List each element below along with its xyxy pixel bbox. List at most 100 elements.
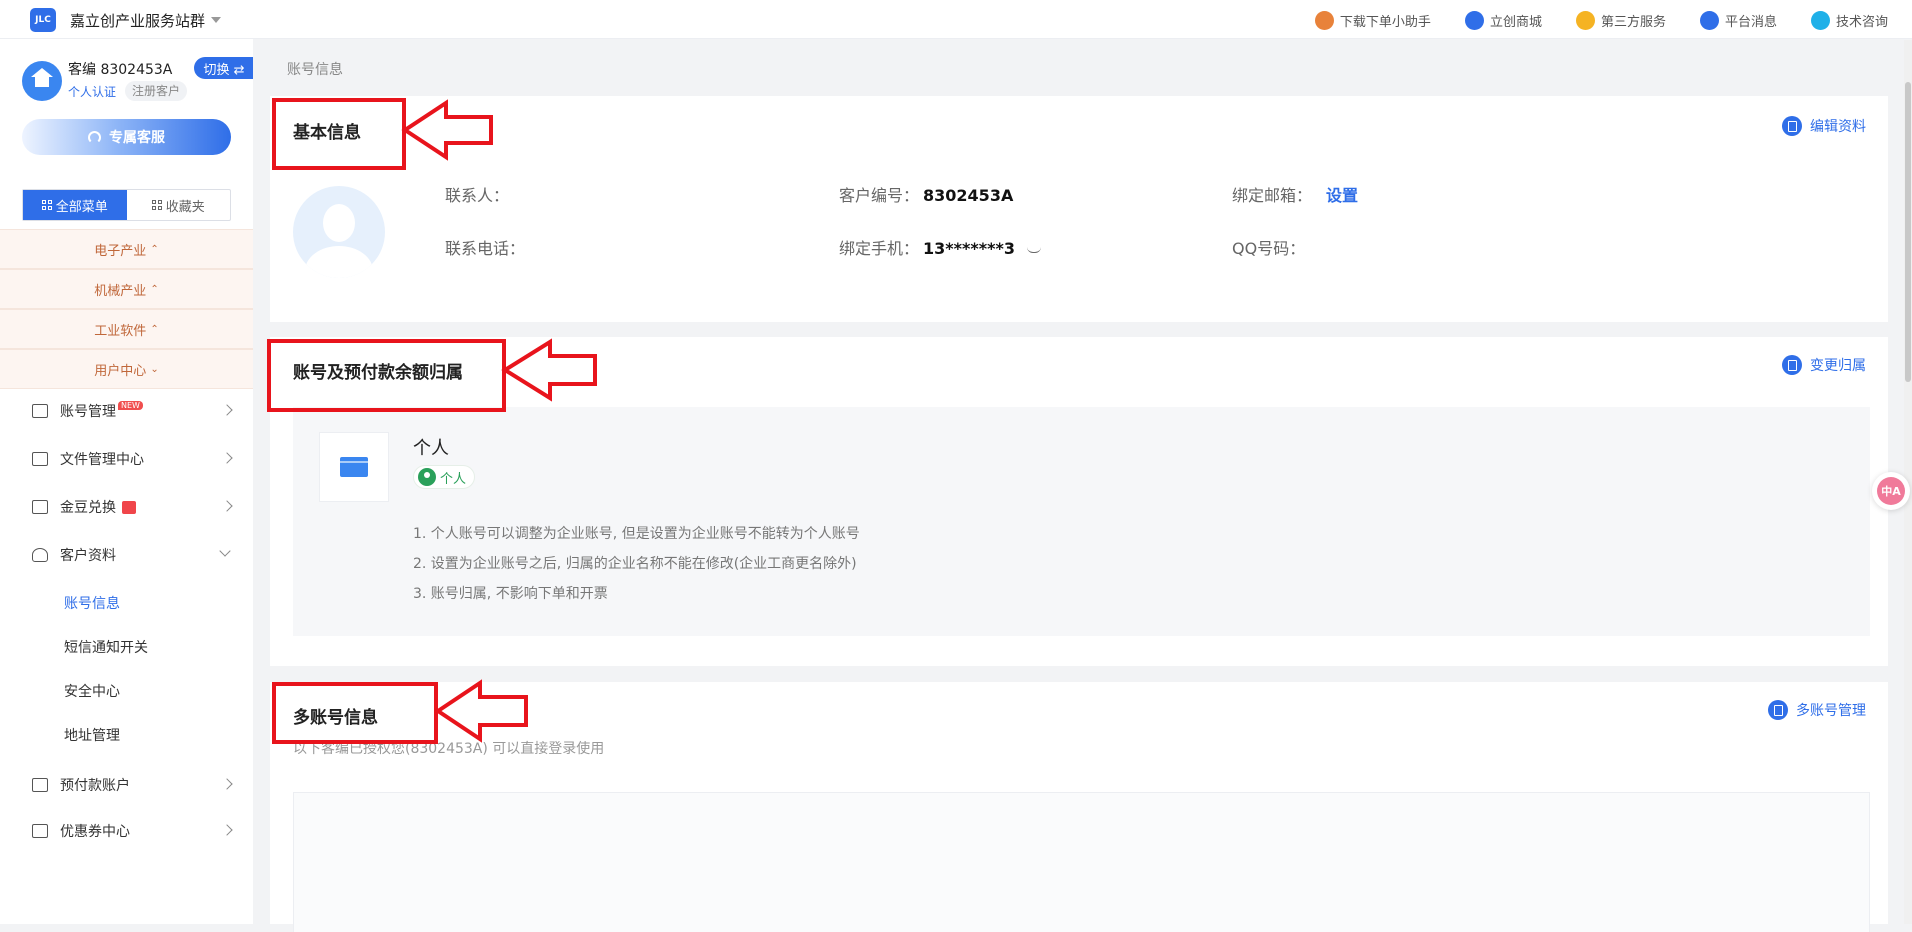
breadcrumb: 账号信息 bbox=[287, 62, 343, 78]
brand-name: 嘉立创产业服务站群 bbox=[70, 11, 206, 30]
menu-account-management[interactable]: 账号管理 NEW bbox=[0, 389, 253, 433]
toplink-label: 下载下单小助手 bbox=[1339, 14, 1431, 30]
basic-info-card: 基本信息 编辑资料 联系人： 联系电话： 客户编号： 8302453A 绑定手机：… bbox=[270, 96, 1888, 322]
eye-closed-icon[interactable] bbox=[1026, 247, 1041, 253]
top-bar: JLC 嘉立创产业服务站群 下载下单小助手 立创商城 第三方服务 平台消息 技术… bbox=[0, 0, 1912, 39]
toplink-label: 平台消息 bbox=[1724, 14, 1777, 30]
industry-user-center[interactable]: 用户中心 ⌄ bbox=[0, 349, 253, 389]
chevron-right-icon bbox=[221, 778, 233, 790]
chevron-up-icon: ⌃ bbox=[150, 283, 159, 295]
avatar[interactable] bbox=[22, 61, 62, 101]
edit-profile-label: 编辑资料 bbox=[1810, 119, 1866, 135]
menu-tabs: 全部菜单 收藏夹 bbox=[22, 189, 231, 221]
qq-label: QQ号码： bbox=[1232, 239, 1306, 258]
subitem-security-center[interactable]: 安全中心 bbox=[64, 681, 120, 701]
contact-field: 联系人： bbox=[445, 182, 509, 206]
menu-prepaid-account[interactable]: 预付款账户 bbox=[0, 763, 253, 807]
mall-icon bbox=[1464, 10, 1484, 30]
chevron-right-icon bbox=[221, 404, 233, 416]
chevron-down-icon: ⌄ bbox=[150, 363, 159, 375]
caret-down-icon bbox=[211, 17, 222, 23]
toplink-mall[interactable]: 立创商城 bbox=[1464, 8, 1542, 32]
account-type-badge: 个人 bbox=[413, 465, 476, 489]
personal-cert-link[interactable]: 个人认证 bbox=[68, 83, 116, 100]
chevron-right-icon bbox=[221, 452, 233, 464]
bell-icon bbox=[1699, 10, 1719, 30]
chevron-up-icon: ⌃ bbox=[150, 243, 159, 255]
ownership-panel: 个人 个人 1. 个人账号可以调整为企业账号, 但是设置为企业账号不能转为个人账… bbox=[293, 407, 1870, 636]
change-ownership-button[interactable]: 变更归属 bbox=[1782, 355, 1866, 375]
profile-avatar bbox=[293, 186, 385, 278]
home-icon bbox=[31, 68, 53, 89]
scrollbar-thumb[interactable] bbox=[1905, 82, 1911, 382]
mobile-field: 绑定手机： 13*******3 bbox=[839, 235, 1041, 259]
mobile-label: 绑定手机： bbox=[839, 239, 920, 258]
industry-electronics[interactable]: 电子产业 ⌃ bbox=[0, 229, 253, 269]
set-email-link[interactable]: 设置 bbox=[1326, 186, 1358, 205]
chat-icon bbox=[1810, 10, 1830, 30]
jlc-logo-icon: JLC bbox=[30, 8, 56, 32]
headset-icon bbox=[88, 130, 101, 144]
menu-file-center[interactable]: 文件管理中心 bbox=[0, 437, 253, 481]
industry-label: 电子产业 bbox=[94, 243, 147, 259]
toplink-label: 技术咨询 bbox=[1835, 14, 1888, 30]
gift-icon bbox=[122, 500, 136, 514]
industry-mechanical[interactable]: 机械产业 ⌃ bbox=[0, 269, 253, 309]
industry-label: 工业软件 bbox=[94, 323, 147, 339]
multi-account-manage-label: 多账号管理 bbox=[1796, 703, 1866, 719]
contact-label: 联系人： bbox=[445, 186, 510, 205]
top-links: 下载下单小助手 立创商城 第三方服务 平台消息 技术咨询 bbox=[1281, 8, 1888, 32]
ownership-note: 2. 设置为企业账号之后, 归属的企业名称不能在修改(企业工商更名除外) bbox=[413, 556, 857, 572]
tab-favorites[interactable]: 收藏夹 bbox=[127, 190, 231, 220]
chevron-right-icon bbox=[221, 824, 233, 836]
chevron-right-icon bbox=[221, 500, 233, 512]
industry-software[interactable]: 工业软件 ⌃ bbox=[0, 309, 253, 349]
edit-icon bbox=[1782, 355, 1802, 375]
menu-coupon-center[interactable]: 优惠券中心 bbox=[0, 809, 253, 853]
chevron-down-icon bbox=[219, 545, 231, 557]
phone-label: 联系电话： bbox=[445, 239, 526, 258]
customer-no-label: 客户编号： bbox=[839, 186, 920, 205]
account-type: 个人 bbox=[413, 438, 449, 459]
chevron-up-icon: ⌃ bbox=[150, 323, 159, 335]
ownership-note: 1. 个人账号可以调整为企业账号, 但是设置为企业账号不能转为个人账号 bbox=[413, 526, 860, 542]
main-content: 账号信息 基本信息 编辑资料 联系人： 联系电话： 客户编号： 8302453A … bbox=[253, 39, 1912, 932]
envelope-icon bbox=[32, 500, 48, 514]
account-type-icon-box bbox=[319, 432, 389, 502]
sidebar: 客编 8302453A 切换 ⇄ 个人认证 注册客户 专属客服 全部菜单 收藏夹… bbox=[0, 39, 253, 924]
multi-account-manage-button[interactable]: 多账号管理 bbox=[1768, 700, 1866, 720]
industry-label: 用户中心 bbox=[94, 363, 147, 379]
coupon-icon bbox=[32, 824, 48, 838]
customer-id: 客编 8302453A bbox=[68, 62, 173, 78]
person-icon bbox=[418, 468, 436, 486]
tab-label: 全部菜单 bbox=[55, 199, 108, 215]
menu-label: 客户资料 bbox=[60, 548, 116, 564]
apps-grid-icon bbox=[1575, 10, 1595, 30]
vip-service-label: 专属客服 bbox=[109, 130, 165, 146]
grid-icon bbox=[151, 200, 162, 210]
translate-button[interactable]: 中A bbox=[1872, 472, 1910, 510]
toplink-messages[interactable]: 平台消息 bbox=[1699, 8, 1777, 32]
toplink-tech-support[interactable]: 技术咨询 bbox=[1810, 8, 1888, 32]
qq-field: QQ号码： bbox=[1232, 235, 1305, 259]
brand[interactable]: JLC 嘉立创产业服务站群 bbox=[30, 7, 222, 33]
subitem-account-info[interactable]: 账号信息 bbox=[64, 593, 120, 613]
tab-all-menu[interactable]: 全部菜单 bbox=[23, 190, 127, 220]
toplink-third-party[interactable]: 第三方服务 bbox=[1575, 8, 1666, 32]
subitem-address[interactable]: 地址管理 bbox=[64, 725, 120, 745]
id-card-icon bbox=[340, 457, 368, 477]
tab-label: 收藏夹 bbox=[165, 199, 205, 215]
switch-account-button[interactable]: 切换 ⇄ bbox=[194, 57, 253, 79]
ownership-note: 3. 账号归属, 不影响下单和开票 bbox=[413, 586, 608, 602]
id-card-icon bbox=[32, 404, 48, 418]
edit-profile-button[interactable]: 编辑资料 bbox=[1782, 116, 1866, 136]
menu-gold-bean[interactable]: 金豆兑换 bbox=[0, 485, 253, 529]
menu-customer-profile[interactable]: 客户资料 bbox=[0, 533, 253, 577]
toplink-assistant[interactable]: 下载下单小助手 bbox=[1314, 8, 1431, 32]
subitem-sms-toggle[interactable]: 短信通知开关 bbox=[64, 637, 148, 657]
annotation-box-ownership bbox=[267, 339, 506, 412]
industry-label: 机械产业 bbox=[94, 283, 147, 299]
vip-service-button[interactable]: 专属客服 bbox=[22, 119, 231, 155]
menu-label: 优惠券中心 bbox=[60, 824, 130, 840]
edit-icon bbox=[1768, 700, 1788, 720]
